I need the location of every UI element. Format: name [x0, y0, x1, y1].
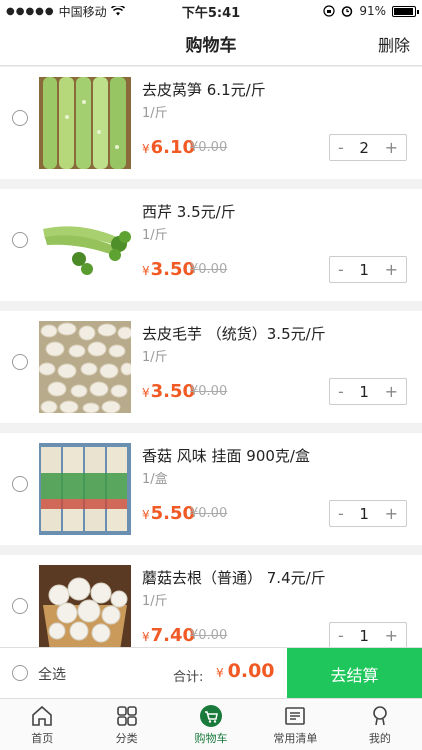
tab-label: 购物车 [194, 732, 228, 745]
product-image[interactable] [39, 443, 131, 535]
tab-common-list[interactable]: 常用清单 [253, 699, 337, 750]
quantity-value: 1 [359, 260, 369, 279]
item-unit: 1/斤 [142, 228, 168, 243]
product-image[interactable] [39, 77, 131, 169]
item-unit: 1/盒 [142, 472, 168, 487]
tab-label: 首页 [31, 732, 54, 745]
quantity-value: 1 [359, 382, 369, 401]
nav-bar: 购物车 删除 [0, 22, 422, 66]
quantity-stepper: - 1 + [329, 378, 407, 405]
cart-item: 去皮莴笋 6.1元/斤 1/斤 ¥6.10 ¥0.00 - 2 + [0, 67, 422, 179]
quantity-value: 1 [359, 626, 369, 645]
decrement-button[interactable]: - [338, 382, 344, 401]
item-old-price: ¥0.00 [190, 384, 228, 399]
item-price: ¥5.50 [142, 503, 196, 524]
item-old-price: ¥0.00 [190, 628, 228, 643]
item-name[interactable]: 香菇 风味 挂面 900克/盒 [142, 445, 310, 466]
quantity-stepper: - 1 + [329, 256, 407, 283]
checkout-bar: 全选 合计: ¥0.00 去结算 [0, 647, 422, 699]
grid-icon [116, 706, 137, 726]
cart-item: 去皮毛芋 （统货）3.5元/斤 1/斤 ¥3.50 ¥0.00 - 1 + [0, 311, 422, 423]
select-all-label[interactable]: 全选 [38, 664, 66, 684]
product-image[interactable] [39, 565, 131, 647]
decrement-button[interactable]: - [338, 138, 344, 157]
select-all-checkbox[interactable] [12, 665, 28, 681]
item-checkbox[interactable] [12, 110, 28, 126]
item-old-price: ¥0.00 [190, 140, 228, 155]
item-price: ¥7.40 [142, 625, 196, 646]
cart-icon [200, 705, 223, 727]
item-unit: 1/斤 [142, 350, 168, 365]
increment-button[interactable]: + [385, 626, 398, 645]
total-amount: ¥0.00 [216, 660, 275, 682]
increment-button[interactable]: + [385, 260, 398, 279]
delete-button[interactable]: 删除 [378, 32, 410, 56]
product-image[interactable] [39, 199, 131, 291]
increment-button[interactable]: + [385, 138, 398, 157]
item-checkbox[interactable] [12, 598, 28, 614]
user-icon [373, 706, 387, 726]
tab-label: 常用清单 [273, 732, 318, 745]
item-name[interactable]: 蘑菇去根（普通） 7.4元/斤 [142, 567, 326, 588]
product-image[interactable] [39, 321, 131, 413]
cart-item: 蘑菇去根（普通） 7.4元/斤 1/斤 ¥7.40 ¥0.00 - 1 + [0, 555, 422, 647]
tab-bar: 首页 分类 购物车 常用清单 我的 [0, 698, 422, 750]
tab-home[interactable]: 首页 [0, 699, 84, 750]
item-unit: 1/斤 [142, 594, 168, 609]
tab-cart[interactable]: 购物车 [169, 699, 253, 750]
decrement-button[interactable]: - [338, 626, 344, 645]
quantity-stepper: - 2 + [329, 134, 407, 161]
increment-button[interactable]: + [385, 504, 398, 523]
quantity-value: 2 [359, 138, 369, 157]
list-icon [285, 707, 306, 725]
item-old-price: ¥0.00 [190, 506, 228, 521]
item-unit: 1/斤 [142, 106, 168, 121]
status-bar: ●●●●● 中国移动 下午5:41 91% [0, 0, 422, 22]
item-old-price: ¥0.00 [190, 262, 228, 277]
page-title: 购物车 [185, 36, 237, 56]
item-name[interactable]: 去皮毛芋 （统货）3.5元/斤 [142, 323, 326, 344]
decrement-button[interactable]: - [338, 504, 344, 523]
item-price: ¥3.50 [142, 259, 196, 280]
battery-icon [392, 5, 419, 17]
item-name[interactable]: 西芹 3.5元/斤 [142, 201, 236, 222]
tab-label: 我的 [368, 732, 391, 745]
increment-button[interactable]: + [385, 382, 398, 401]
cart-list[interactable]: 去皮莴笋 6.1元/斤 1/斤 ¥6.10 ¥0.00 - 2 + 西芹 3.5… [0, 67, 422, 647]
item-checkbox[interactable] [12, 476, 28, 492]
total-label: 合计: [173, 670, 204, 685]
tab-profile[interactable]: 我的 [338, 699, 422, 750]
quantity-value: 1 [359, 504, 369, 523]
tab-category[interactable]: 分类 [84, 699, 168, 750]
quantity-stepper: - 1 + [329, 500, 407, 527]
checkout-button[interactable]: 去结算 [287, 648, 422, 699]
item-name[interactable]: 去皮莴笋 6.1元/斤 [142, 79, 266, 100]
item-price: ¥6.10 [142, 137, 196, 158]
quantity-stepper: - 1 + [329, 622, 407, 647]
cart-item: 香菇 风味 挂面 900克/盒 1/盒 ¥5.50 ¥0.00 - 1 + [0, 433, 422, 545]
cart-item: 西芹 3.5元/斤 1/斤 ¥3.50 ¥0.00 - 1 + [0, 189, 422, 301]
clock: 下午5:41 [181, 5, 241, 21]
item-checkbox[interactable] [12, 232, 28, 248]
tab-label: 分类 [115, 732, 138, 745]
home-icon [32, 705, 53, 726]
item-checkbox[interactable] [12, 354, 28, 370]
decrement-button[interactable]: - [338, 260, 344, 279]
item-price: ¥3.50 [142, 381, 196, 402]
